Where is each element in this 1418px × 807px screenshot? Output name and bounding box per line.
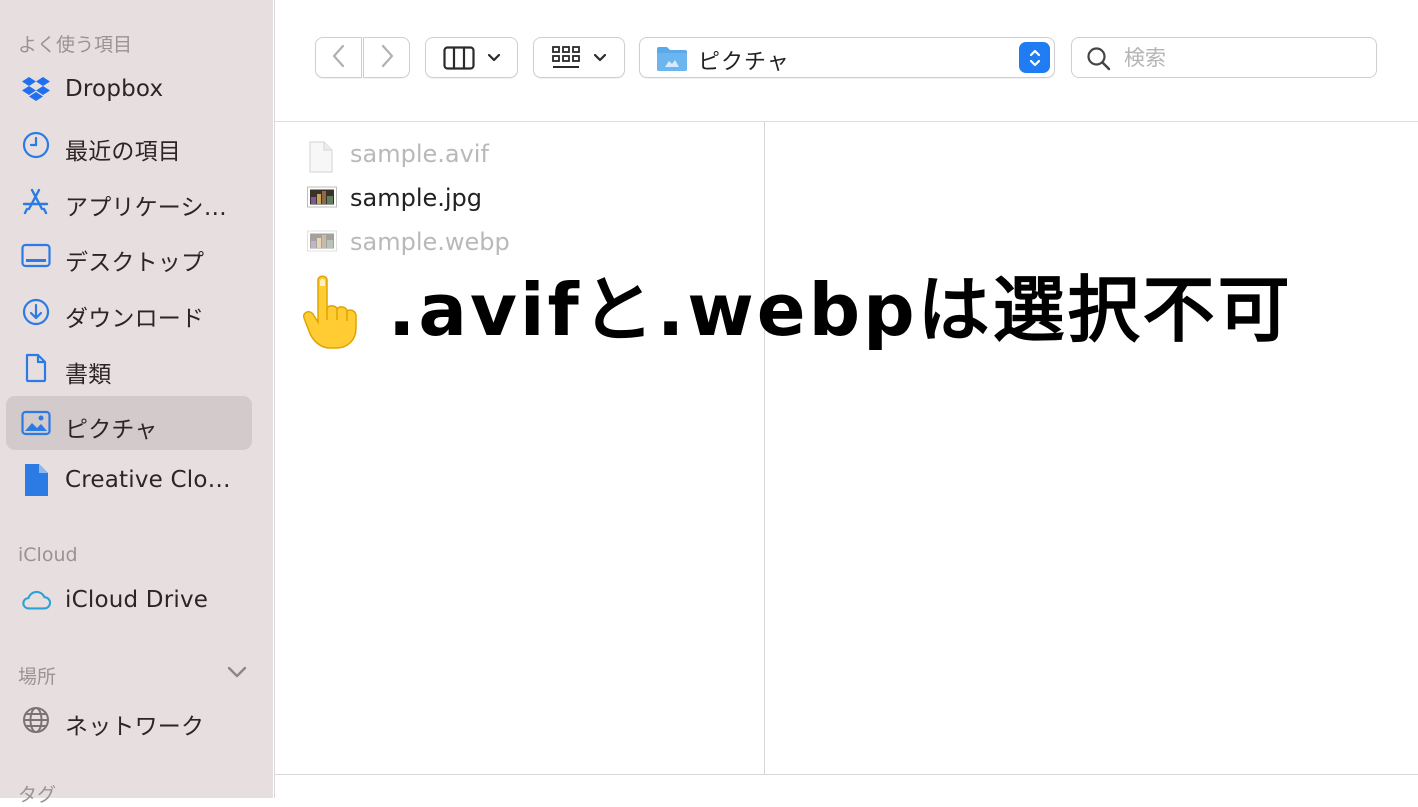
file-row[interactable]: sample.jpg [307, 181, 747, 217]
sidebar-item-label: アプリケーシ… [65, 195, 227, 221]
sidebar-section-icloud: iCloud [18, 544, 78, 566]
sidebar-item-applications[interactable]: アプリケーシ… [6, 174, 252, 228]
forward-button[interactable] [363, 37, 410, 78]
sidebar-item-label: Dropbox [65, 76, 164, 102]
file-icon [21, 464, 51, 496]
desktop-icon [21, 242, 51, 270]
back-button[interactable] [315, 37, 362, 78]
cloud-icon [21, 586, 51, 614]
group-by-button[interactable] [533, 37, 625, 78]
sidebar-item-icloud-drive[interactable]: iCloud Drive [6, 573, 252, 627]
chevron-down-icon[interactable] [226, 661, 248, 683]
sidebar-item-label: ネットワーク [65, 714, 205, 740]
search-field[interactable] [1071, 37, 1377, 78]
sidebar-section-tags: タグ [18, 784, 57, 806]
document-icon [21, 353, 51, 383]
sidebar-item-label: 書類 [65, 362, 112, 388]
dropbox-icon [21, 75, 51, 103]
file-row[interactable]: sample.avif [307, 137, 747, 173]
sidebar-item-downloads[interactable]: ダウンロード [6, 285, 252, 339]
sidebar-item-recents[interactable]: 最近の項目 [6, 118, 252, 172]
chevron-down-icon [487, 53, 501, 63]
sidebar-item-label: ダウンロード [65, 306, 205, 332]
column-divider[interactable] [764, 122, 765, 774]
sidebar-item-label: Creative Clo… [65, 467, 231, 493]
sidebar-section-favorites: よく使う項目 [18, 34, 133, 56]
pictures-folder-icon [656, 44, 688, 72]
file-name: sample.avif [350, 140, 489, 168]
image-thumbnail-icon [307, 185, 339, 215]
path-label: ピクチャ [698, 50, 790, 75]
view-mode-button[interactable] [425, 37, 518, 78]
chevron-left-icon [331, 43, 347, 73]
sidebar: よく使う項目 Dropbox 最近の項目 アプリケーシ… デスクトップ ダウンロ… [0, 0, 273, 806]
sidebar-item-label: ピクチャ [65, 417, 158, 443]
image-thumbnail-icon [307, 229, 339, 259]
file-row[interactable]: sample.webp [307, 225, 747, 261]
pictures-icon [21, 409, 51, 437]
pointing-hand-icon [300, 274, 364, 350]
main-content: ピクチャ sample.avif sample.jpg sample.webp [274, 0, 1418, 798]
sidebar-item-dropbox[interactable]: Dropbox [6, 62, 252, 116]
sidebar-item-pictures[interactable]: ピクチャ [6, 396, 252, 450]
stepper-icon [1019, 42, 1050, 73]
clock-icon [21, 131, 51, 159]
annotation-overlay: .avifと.webpは選択不可 [300, 268, 1400, 358]
sidebar-item-creative-cloud[interactable]: Creative Clo… [6, 453, 252, 507]
sidebar-item-documents[interactable]: 書類 [6, 341, 252, 395]
sidebar-item-label: デスクトップ [65, 250, 205, 276]
grid-icon [551, 45, 581, 71]
file-name: sample.jpg [350, 184, 483, 212]
sidebar-item-label: 最近の項目 [65, 139, 181, 165]
search-input[interactable] [1124, 45, 1364, 71]
chevron-down-icon [593, 53, 607, 63]
file-name: sample.webp [350, 228, 510, 256]
search-icon [1086, 46, 1112, 72]
applications-icon [21, 187, 51, 215]
columns-view-icon [442, 45, 475, 70]
globe-icon [21, 706, 51, 734]
download-icon [21, 298, 51, 326]
status-divider [275, 774, 1418, 775]
sidebar-item-label: iCloud Drive [65, 587, 209, 613]
sidebar-item-desktop[interactable]: デスクトップ [6, 229, 252, 283]
sidebar-item-network[interactable]: ネットワーク [6, 693, 252, 747]
path-popup[interactable]: ピクチャ [639, 37, 1055, 78]
annotation-text: .avifと.webpは選択不可 [388, 268, 1293, 352]
chevron-right-icon [379, 43, 395, 73]
sidebar-section-locations: 場所 [18, 666, 57, 688]
toolbar: ピクチャ [275, 0, 1418, 122]
blank-file-icon [307, 141, 339, 173]
